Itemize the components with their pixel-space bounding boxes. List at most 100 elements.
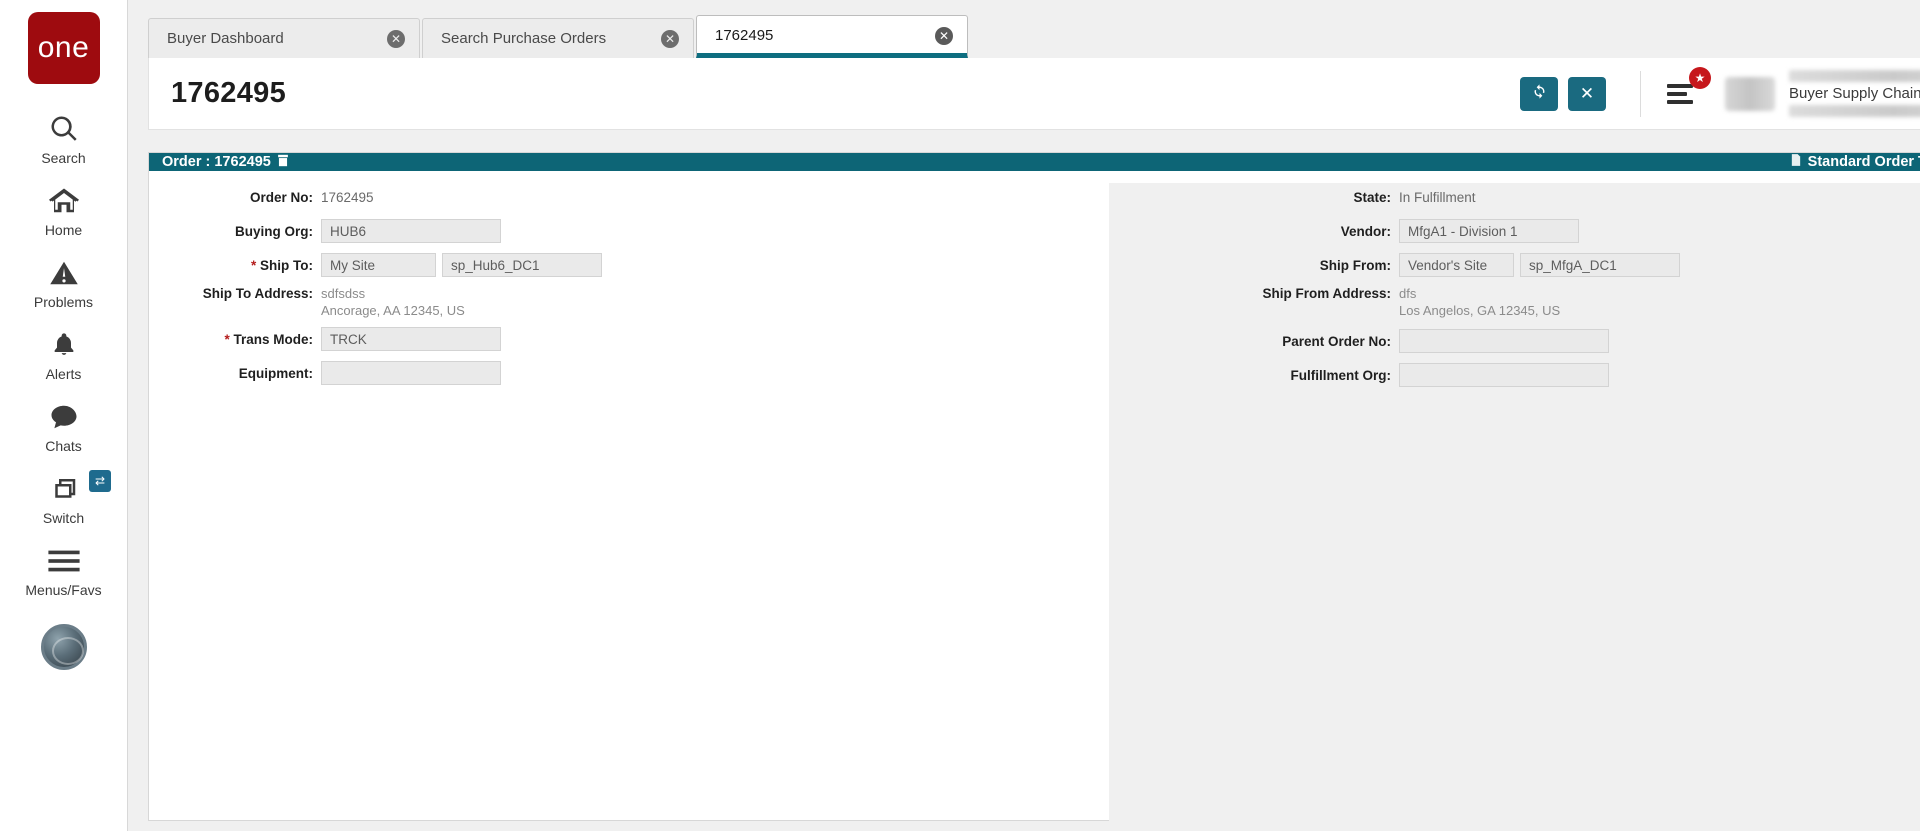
form-right-column: State: In Fulfillment Vendor: MfgA1 - Di…	[1109, 183, 1920, 831]
sidebar-item-chats[interactable]: Chats	[0, 390, 127, 462]
menu-line	[1667, 100, 1693, 104]
order-form: Order No: 1762495 Buying Org: HUB6 * Shi…	[149, 171, 1920, 831]
sidebar-item-problems[interactable]: Problems	[0, 246, 127, 318]
left-navigation: one Search Home Problems Alerts	[0, 0, 128, 831]
sidebar-label: Alerts	[46, 366, 82, 382]
main-area: Buyer Dashboard ✕ Search Purchase Orders…	[128, 0, 1920, 831]
search-icon	[49, 112, 79, 146]
field-state: State: In Fulfillment	[1109, 183, 1920, 211]
trans-mode-input[interactable]: TRCK	[321, 327, 501, 351]
field-ship-from-address: Ship From Address: dfs Los Angelos, GA 1…	[1109, 285, 1920, 319]
field-label-text: Ship To:	[260, 258, 313, 273]
sidebar-item-search[interactable]: Search	[0, 102, 127, 174]
page-header: 1762495 ✕ ★	[148, 58, 1920, 130]
required-marker: *	[251, 258, 256, 273]
menu-line	[1667, 92, 1687, 96]
chat-bubble-icon	[49, 400, 79, 434]
page-title: 1762495	[171, 77, 286, 110]
equipment-input[interactable]	[321, 361, 501, 385]
field-buying-org: Buying Org: HUB6	[149, 217, 1109, 245]
field-parent-order-no: Parent Order No:	[1109, 327, 1920, 355]
field-label-text: Trans Mode:	[233, 332, 313, 347]
switch-badge[interactable]: ⇄	[89, 470, 111, 492]
sidebar-item-alerts[interactable]: Alerts	[0, 318, 127, 390]
menu-line	[1667, 84, 1693, 88]
field-order-no: Order No: 1762495	[149, 183, 1109, 211]
sidebar-label: Home	[45, 222, 82, 238]
close-icon: ✕	[1580, 84, 1594, 104]
page-icon	[1791, 154, 1801, 170]
field-label: Parent Order No:	[1109, 334, 1399, 349]
notifications-menu-button[interactable]: ★	[1667, 77, 1701, 111]
browser-tab-buyer-dashboard[interactable]: Buyer Dashboard ✕	[148, 18, 420, 58]
required-marker: *	[224, 332, 229, 347]
sidebar-label: Problems	[34, 294, 93, 310]
close-icon[interactable]: ✕	[661, 30, 679, 48]
ship-to-location-input[interactable]: sp_Hub6_DC1	[442, 253, 602, 277]
field-label: Fulfillment Org:	[1109, 368, 1399, 383]
browser-tab-order[interactable]: 1762495 ✕	[696, 15, 968, 58]
warning-triangle-icon	[49, 256, 79, 290]
field-label: * Trans Mode:	[149, 332, 321, 347]
address-block: dfs Los Angelos, GA 12345, US	[1399, 285, 1560, 319]
field-label: Order No:	[149, 190, 321, 205]
vendor-input[interactable]: MfgA1 - Division 1	[1399, 219, 1579, 243]
order-card: Order : 1762495 Standard Order Template …	[148, 152, 1920, 821]
field-fulfillment-org: Fulfillment Org:	[1109, 361, 1920, 389]
field-label: State:	[1109, 190, 1399, 205]
address-line-2: Los Angelos, GA 12345, US	[1399, 302, 1560, 319]
ship-to-site-input[interactable]: My Site	[321, 253, 436, 277]
avatar[interactable]	[1725, 77, 1775, 111]
field-trans-mode: * Trans Mode: TRCK	[149, 325, 1109, 353]
app-logo: one	[28, 12, 100, 84]
buying-org-input[interactable]: HUB6	[321, 219, 501, 243]
sidebar-item-menus-favs[interactable]: Menus/Favs	[0, 534, 127, 606]
bell-icon	[50, 328, 78, 362]
ship-from-site-input[interactable]: Vendor's Site	[1399, 253, 1514, 277]
globe-icon[interactable]	[41, 624, 87, 670]
hamburger-icon	[48, 544, 80, 578]
sidebar-label: Search	[41, 150, 85, 166]
sidebar-label: Switch	[43, 510, 84, 526]
fulfillment-org-input[interactable]	[1399, 363, 1609, 387]
field-ship-to-address: Ship To Address: sdfsdss Ancorage, AA 12…	[149, 285, 1109, 319]
header-actions: ✕ ★ Buyer Supply Chain Admin ▼	[1510, 58, 1920, 129]
field-equipment: Equipment:	[149, 359, 1109, 387]
order-card-header: Order : 1762495 Standard Order Template …	[149, 153, 1920, 171]
star-badge-icon: ★	[1689, 67, 1711, 89]
switch-windows-icon	[49, 472, 79, 506]
user-info: Buyer Supply Chain Admin	[1789, 70, 1920, 117]
field-label: Buying Org:	[149, 224, 321, 239]
home-icon	[49, 184, 79, 218]
sidebar-item-home[interactable]: Home	[0, 174, 127, 246]
order-template-selector[interactable]: Standard Order Template ▼	[1791, 154, 1920, 170]
close-icon[interactable]: ✕	[935, 27, 953, 45]
browser-tab-label: 1762495	[715, 27, 773, 44]
field-label: Ship To Address:	[149, 285, 321, 301]
sidebar-item-switch[interactable]: ⇄ Switch	[0, 462, 127, 534]
close-button[interactable]: ✕	[1568, 77, 1606, 111]
field-value: In Fulfillment	[1399, 190, 1476, 205]
user-org-redacted	[1789, 105, 1920, 117]
field-value: 1762495	[321, 190, 374, 205]
parent-order-no-input[interactable]	[1399, 329, 1609, 353]
document-icon[interactable]	[277, 154, 289, 171]
form-left-column: Order No: 1762495 Buying Org: HUB6 * Shi…	[149, 183, 1109, 831]
browser-tab-search-purchase-orders[interactable]: Search Purchase Orders ✕	[422, 18, 694, 58]
address-line-2: Ancorage, AA 12345, US	[321, 302, 465, 319]
sidebar-label: Menus/Favs	[25, 582, 101, 598]
field-label: Ship From Address:	[1109, 285, 1399, 301]
browser-tab-label: Buyer Dashboard	[167, 30, 284, 47]
browser-tab-strip: Buyer Dashboard ✕ Search Purchase Orders…	[128, 0, 1920, 58]
sidebar-label: Chats	[45, 438, 82, 454]
field-label: Equipment:	[149, 366, 321, 381]
app-root: one Search Home Problems Alerts	[0, 0, 1920, 831]
field-vendor: Vendor: MfgA1 - Division 1	[1109, 217, 1920, 245]
order-template-label: Standard Order Template	[1808, 154, 1920, 170]
ship-from-location-input[interactable]: sp_MfgA_DC1	[1520, 253, 1680, 277]
divider	[1640, 71, 1641, 117]
close-icon[interactable]: ✕	[387, 30, 405, 48]
field-label: Vendor:	[1109, 224, 1399, 239]
refresh-button[interactable]	[1520, 77, 1558, 111]
refresh-icon	[1531, 83, 1548, 105]
